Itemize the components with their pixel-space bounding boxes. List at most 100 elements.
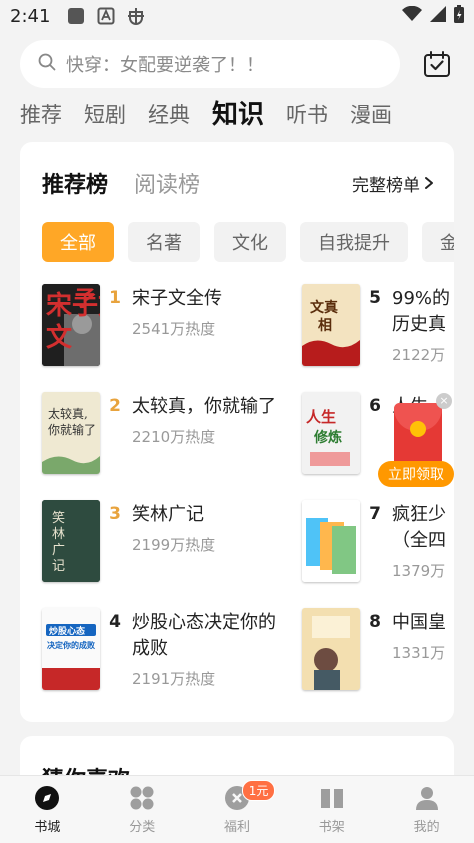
chip-self-improvement[interactable]: 自我提升 bbox=[300, 222, 408, 262]
ranking-header: 推荐榜 阅读榜 完整榜单 bbox=[42, 166, 434, 200]
book-heat: 1379万 bbox=[392, 562, 446, 580]
welfare-badge: 1元 bbox=[241, 780, 276, 801]
rank-number: 2 bbox=[109, 396, 121, 416]
nav-category[interactable]: 分类 bbox=[95, 776, 190, 843]
chip-finance[interactable]: 金 bbox=[422, 222, 454, 262]
svg-text:子: 子 bbox=[74, 286, 96, 312]
chip-all[interactable]: 全部 bbox=[42, 222, 114, 262]
book-title: 宋子文全传 bbox=[132, 288, 222, 309]
rank-number: 1 bbox=[109, 288, 121, 308]
nav-profile[interactable]: 我的 bbox=[379, 776, 474, 843]
claim-now-button[interactable]: 立即领取 bbox=[378, 461, 454, 487]
nav-label: 我的 bbox=[413, 819, 440, 835]
search-icon bbox=[38, 53, 56, 75]
search-input[interactable]: 快穿：女配要逆袭了！！ bbox=[20, 40, 400, 88]
nav-label: 福利 bbox=[223, 819, 250, 835]
full-list-label: 完整榜单 bbox=[352, 175, 420, 196]
tab-classic[interactable]: 经典 bbox=[148, 96, 190, 134]
book-info: 宋子文全传 2541万热度 bbox=[132, 286, 222, 366]
nav-bookshelf[interactable]: 书架 bbox=[284, 776, 379, 843]
book-item[interactable]: 太较真, 你就输了 2 太较真，你就输了 2210万热度 bbox=[42, 392, 276, 474]
battery-icon bbox=[454, 5, 464, 27]
floating-red-packet[interactable]: × 立即领取 bbox=[378, 393, 454, 487]
status-bar: 2:41 bbox=[0, 0, 474, 32]
book-cover bbox=[302, 608, 360, 690]
svg-text:文真: 文真 bbox=[310, 299, 338, 316]
tab-reading-rank[interactable]: 阅读榜 bbox=[134, 167, 200, 199]
book-cover: 炒股心态 决定你的成败 bbox=[42, 608, 100, 690]
svg-text:笑: 笑 bbox=[52, 510, 65, 526]
book-info: 99%的历史真 2122万 bbox=[392, 286, 454, 366]
svg-text:记: 记 bbox=[52, 559, 65, 574]
tab-short-drama[interactable]: 短剧 bbox=[84, 96, 126, 134]
status-right bbox=[402, 5, 464, 27]
tab-recommend[interactable]: 推荐 bbox=[20, 96, 62, 134]
rank-number: 4 bbox=[109, 612, 121, 632]
book-info: 疯狂少（全四 1379万 bbox=[392, 502, 454, 582]
book-title: 中国皇 bbox=[392, 612, 446, 633]
tab-audiobook[interactable]: 听书 bbox=[286, 96, 328, 134]
search-row: 快穿：女配要逆袭了！！ bbox=[20, 40, 454, 88]
book-info: 炒股心态决定你的成败 2191万热度 bbox=[132, 610, 288, 690]
font-notification-icon bbox=[96, 6, 116, 26]
chip-culture[interactable]: 文化 bbox=[214, 222, 286, 262]
svg-text:你就输了: 你就输了 bbox=[48, 422, 96, 437]
bottom-nav: 书城 分类 1元 福利 书架 我的 bbox=[0, 775, 474, 843]
chevron-right-icon bbox=[425, 177, 433, 189]
book-item[interactable]: 7 疯狂少（全四 1379万 bbox=[302, 500, 454, 582]
book-cover: 太较真, 你就输了 bbox=[42, 392, 100, 474]
book-title: 99%的历史真 bbox=[392, 288, 451, 335]
tab-comics[interactable]: 漫画 bbox=[350, 96, 392, 134]
bookshelf-icon bbox=[319, 785, 345, 811]
book-title: 太较真，你就输了 bbox=[132, 396, 276, 417]
calendar-check-icon bbox=[424, 51, 450, 77]
search-placeholder: 快穿：女配要逆袭了！！ bbox=[66, 55, 264, 76]
book-item[interactable]: 炒股心态 决定你的成败 4 炒股心态决定你的成败 2191万热度 bbox=[42, 608, 288, 690]
book-heat: 1331万 bbox=[392, 644, 446, 662]
nav-label: 分类 bbox=[129, 819, 156, 835]
book-info: 中国皇 1331万 bbox=[392, 610, 454, 690]
svg-text:太较真,: 太较真, bbox=[48, 406, 88, 421]
book-cover: 人生 修炼 bbox=[302, 392, 360, 474]
book-item[interactable]: 宋子文 文 子 1 宋子文全传 2541万热度 bbox=[42, 284, 222, 366]
app-notification-icon bbox=[66, 6, 86, 26]
rank-number: 8 bbox=[369, 612, 381, 632]
book-item[interactable]: 文真 相 5 99%的历史真 2122万 bbox=[302, 284, 454, 366]
book-cover: 笑 林 广 记 bbox=[42, 500, 100, 582]
svg-text:修炼: 修炼 bbox=[313, 429, 342, 446]
status-time: 2:41 bbox=[10, 5, 51, 27]
nav-welfare[interactable]: 1元 福利 bbox=[190, 776, 285, 843]
book-heat: 2122万 bbox=[392, 346, 446, 364]
book-info: 太较真，你就输了 2210万热度 bbox=[132, 394, 276, 474]
close-icon[interactable]: × bbox=[436, 393, 452, 409]
book-cover: 文真 相 bbox=[302, 284, 360, 366]
rank-number: 7 bbox=[369, 504, 381, 524]
book-item[interactable]: 8 中国皇 1331万 bbox=[302, 608, 454, 690]
book-cover bbox=[302, 500, 360, 582]
svg-text:广: 广 bbox=[52, 543, 65, 558]
full-list-link[interactable]: 完整榜单 bbox=[352, 171, 434, 196]
tab-knowledge[interactable]: 知识 bbox=[212, 96, 264, 134]
grid-icon bbox=[129, 785, 155, 811]
book-item[interactable]: 笑 林 广 记 3 笑林广记 2199万热度 bbox=[42, 500, 215, 582]
book-info: 笑林广记 2199万热度 bbox=[132, 502, 215, 582]
svg-text:林: 林 bbox=[52, 527, 65, 542]
compass-icon bbox=[34, 785, 60, 811]
rank-number: 3 bbox=[109, 504, 121, 524]
top-tabs: 推荐 短剧 经典 知识 听书 漫画 bbox=[20, 96, 392, 134]
svg-text:人生: 人生 bbox=[306, 408, 336, 426]
book-heat: 2210万热度 bbox=[132, 428, 216, 446]
chip-classics[interactable]: 名著 bbox=[128, 222, 200, 262]
svg-text:相: 相 bbox=[318, 317, 332, 334]
checkin-button[interactable] bbox=[420, 47, 454, 81]
signal-icon bbox=[430, 6, 446, 26]
book-cover: 宋子文 文 子 bbox=[42, 284, 100, 366]
nav-label: 书城 bbox=[34, 819, 61, 835]
svg-text:炒股心态: 炒股心态 bbox=[49, 625, 85, 637]
rank-number: 5 bbox=[369, 288, 381, 308]
tab-recommend-rank[interactable]: 推荐榜 bbox=[42, 167, 108, 199]
bug-notification-icon bbox=[126, 6, 146, 26]
svg-text:文: 文 bbox=[46, 322, 73, 353]
book-heat: 2199万热度 bbox=[132, 536, 216, 554]
nav-bookstore[interactable]: 书城 bbox=[0, 776, 95, 843]
